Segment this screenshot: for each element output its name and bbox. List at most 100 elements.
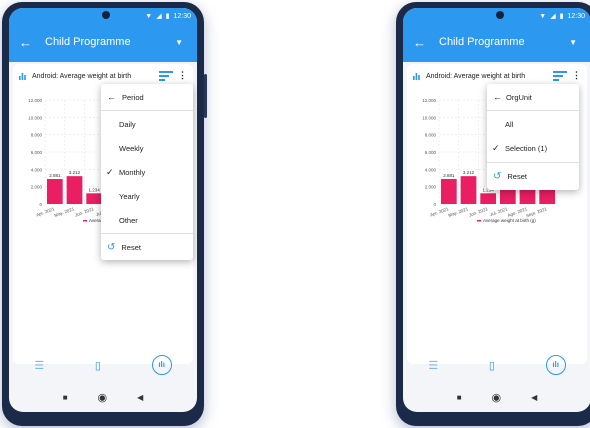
divider: [101, 233, 193, 234]
arrow-left-icon[interactable]: ←: [413, 35, 426, 50]
orgunit-item-selection[interactable]: ✓ Selection (1): [487, 140, 579, 156]
recent-apps-icon[interactable]: ■: [457, 393, 462, 402]
status-time: 12:30: [173, 12, 191, 20]
map-icon[interactable]: ▯: [95, 359, 101, 372]
orgunit-menu-header[interactable]: ← OrgUnit: [487, 89, 579, 105]
more-vert-icon[interactable]: ⋮: [572, 71, 581, 80]
data-label: 2.881: [443, 173, 455, 178]
screen-right: ▼ ◢ ▮ 12:30 ← Child Programme ▼ Android:…: [403, 8, 590, 412]
chart-title: Android: Average weight at birth: [32, 72, 132, 80]
filter-list-icon[interactable]: [159, 71, 173, 81]
period-reset-button[interactable]: ↺ Reset: [101, 239, 193, 255]
bar-chart-icon: [19, 73, 26, 80]
arrow-left-icon: ←: [493, 92, 502, 102]
orgunit-menu-title: OrgUnit: [506, 92, 532, 102]
list-icon[interactable]: ☰: [428, 359, 438, 372]
reset-icon: ↺: [107, 241, 116, 253]
orgunit-item-all[interactable]: All: [487, 116, 579, 132]
x-tick-label: Jun. 2021: [74, 206, 95, 218]
check-icon: ✓: [492, 142, 500, 153]
map-icon[interactable]: ▯: [489, 359, 495, 372]
y-tick-label: 0: [433, 202, 436, 207]
bar: [440, 179, 457, 204]
check-icon: ✓: [106, 166, 114, 177]
caret-down-icon[interactable]: ▼: [175, 38, 183, 47]
status-time: 12:30: [567, 12, 585, 20]
period-item-yearly[interactable]: Yearly: [101, 188, 193, 204]
bottom-nav: ☰ ▯ ılı: [9, 350, 197, 380]
period-menu-title: Period: [122, 92, 144, 102]
bar-chart-icon: [413, 73, 420, 80]
analytics-icon[interactable]: ılı: [151, 355, 172, 375]
period-item-other[interactable]: Other: [101, 212, 193, 228]
legend-swatch: [477, 220, 481, 222]
signal-icon: ◢: [156, 13, 162, 20]
data-label: 3.212: [463, 170, 475, 175]
y-tick-label: 8.000: [31, 133, 43, 138]
period-item-daily[interactable]: Daily: [101, 116, 193, 132]
legend-label: Average weight at birth (g): [483, 218, 536, 223]
home-icon[interactable]: ◉: [492, 391, 502, 404]
y-tick-label: 10.000: [422, 115, 436, 120]
phone-right: ▼ ◢ ▮ 12:30 ← Child Programme ▼ Android:…: [396, 2, 590, 426]
app-title: Child Programme: [45, 36, 131, 48]
status-bar: ▼ ◢ ▮ 12:30: [403, 8, 590, 24]
y-tick-label: 10.000: [28, 115, 42, 120]
screen-left: ▼ ◢ ▮ 12:30 ← Child Programme ▼ Android:…: [9, 8, 197, 412]
y-tick-label: 12.000: [422, 98, 436, 103]
bar: [46, 179, 63, 204]
signal-icon: ◢: [550, 13, 556, 20]
caret-down-icon[interactable]: ▼: [569, 38, 577, 47]
x-tick-label: Sept. 2021: [525, 206, 548, 218]
y-tick-label: 2.000: [425, 185, 437, 190]
wifi-icon: ▼: [539, 12, 547, 20]
camera-icon: [496, 11, 504, 19]
status-bar: ▼ ◢ ▮ 12:30: [9, 8, 197, 24]
y-tick-label: 6.000: [425, 150, 437, 155]
filter-list-icon[interactable]: [553, 71, 567, 81]
y-tick-label: 4.000: [31, 167, 43, 172]
orgunit-reset-button[interactable]: ↺ Reset: [487, 168, 579, 184]
recent-apps-icon[interactable]: ■: [63, 393, 68, 402]
divider: [101, 110, 193, 111]
analytics-icon[interactable]: ılı: [545, 355, 566, 375]
system-nav: ■ ◉ ◀: [403, 388, 590, 406]
system-nav: ■ ◉ ◀: [9, 388, 197, 406]
reset-icon: ↺: [493, 170, 502, 182]
x-tick-label: Ago. 2021: [507, 206, 528, 218]
battery-icon: ▮: [165, 13, 170, 20]
app-title: Child Programme: [439, 36, 525, 48]
bar: [480, 193, 497, 204]
bottom-nav: ☰ ▯ ılı: [403, 350, 590, 380]
list-icon[interactable]: ☰: [34, 359, 44, 372]
home-icon[interactable]: ◉: [98, 391, 108, 404]
bar: [460, 176, 477, 204]
side-button: [204, 74, 207, 118]
period-item-weekly[interactable]: Weekly: [101, 140, 193, 156]
x-tick-label: Apr. 2021: [35, 206, 55, 217]
y-tick-label: 8.000: [425, 133, 437, 138]
camera-icon: [102, 11, 110, 19]
data-label: 2.881: [49, 173, 61, 178]
period-menu-header[interactable]: ← Period: [101, 89, 193, 105]
wifi-icon: ▼: [145, 12, 153, 20]
y-tick-label: 0: [39, 202, 42, 207]
x-tick-label: May. 2021: [448, 206, 470, 218]
bar: [86, 193, 103, 204]
period-item-monthly[interactable]: ✓ Monthly: [101, 164, 193, 180]
legend-swatch: [83, 220, 87, 222]
x-tick-label: Jun. 2021: [468, 206, 489, 218]
x-tick-label: Apr. 2021: [429, 206, 449, 217]
arrow-left-icon[interactable]: ←: [19, 35, 32, 50]
y-tick-label: 2.000: [31, 185, 43, 190]
more-vert-icon[interactable]: ⋮: [178, 71, 187, 80]
y-tick-label: 6.000: [31, 150, 43, 155]
back-nav-icon[interactable]: ◀: [531, 393, 537, 402]
x-tick-label: May. 2021: [54, 206, 76, 218]
back-nav-icon[interactable]: ◀: [137, 393, 143, 402]
x-tick-label: Jul. 2021: [489, 206, 508, 217]
divider: [487, 162, 579, 163]
divider: [487, 110, 579, 111]
period-menu: ← Period Daily Weekly ✓ Monthly Yearly O…: [101, 84, 193, 260]
data-label: 1.234: [89, 187, 101, 192]
